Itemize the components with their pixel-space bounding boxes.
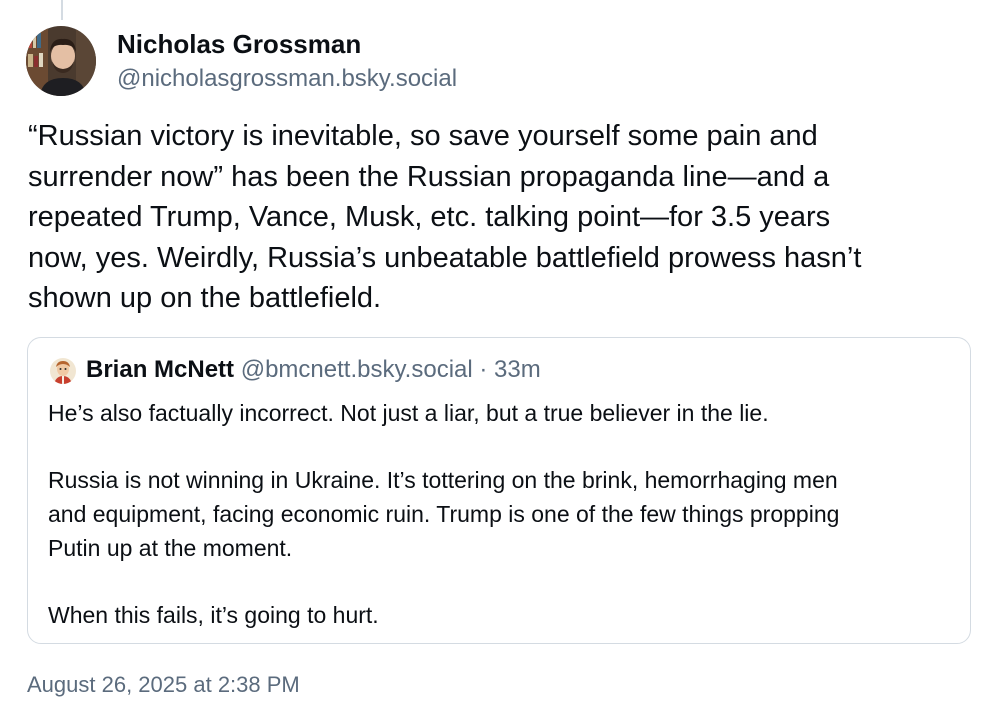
quote-text-line: Russia is not winning in Ukraine. It’s t… — [48, 467, 838, 494]
author-avatar[interactable] — [26, 26, 96, 96]
avatar-photo-icon — [26, 26, 96, 96]
post-text-line: repeated Trump, Vance, Musk, etc. talkin… — [28, 201, 831, 233]
quote-text-line: When this fails, it’s going to hurt. — [48, 602, 379, 629]
post-text-line: “Russian victory is inevitable, so save … — [28, 120, 818, 152]
quote-time[interactable]: 33m — [494, 356, 541, 383]
quote-text-line: Putin up at the moment. — [48, 534, 293, 561]
post-timestamp[interactable]: August 26, 2025 at 2:38 PM — [27, 672, 300, 698]
quote-text: He’s also factually incorrect. Not just … — [48, 397, 958, 633]
quote-paragraph: He’s also factually incorrect. Not just … — [48, 397, 958, 431]
quote-author-handle[interactable]: @bmcnett.bsky.social — [241, 356, 473, 383]
post-text-line: now, yes. Weirdly, Russia’s unbeatable b… — [28, 241, 862, 274]
thread-connector-line — [61, 0, 63, 20]
quote-paragraph: Russia is not winning in Ukraine. It’s t… — [48, 464, 958, 565]
quoted-post-card[interactable]: Brian McNett @bmcnett.bsky.social · 33m … — [27, 337, 971, 644]
quote-text-line: He’s also factually incorrect. Not just … — [48, 400, 769, 426]
quote-header: Brian McNett @bmcnett.bsky.social · 33m — [86, 356, 541, 384]
quote-author-name[interactable]: Brian McNett — [86, 356, 234, 383]
avatar-illustration-icon — [50, 358, 76, 384]
post-text: “Russian victory is inevitable, so save … — [28, 116, 973, 319]
quote-author-avatar[interactable] — [50, 358, 76, 384]
quote-separator: · — [479, 356, 488, 383]
quote-paragraph: When this fails, it’s going to hurt. — [48, 599, 958, 633]
post-text-line: shown up on the battlefield. — [28, 282, 382, 314]
quote-text-line: and equipment, facing economic ruin. Tru… — [48, 501, 840, 528]
post-text-line: surrender now” has been the Russian prop… — [28, 160, 830, 193]
author-name[interactable]: Nicholas Grossman — [117, 29, 361, 60]
author-handle[interactable]: @nicholasgrossman.bsky.social — [117, 65, 457, 93]
